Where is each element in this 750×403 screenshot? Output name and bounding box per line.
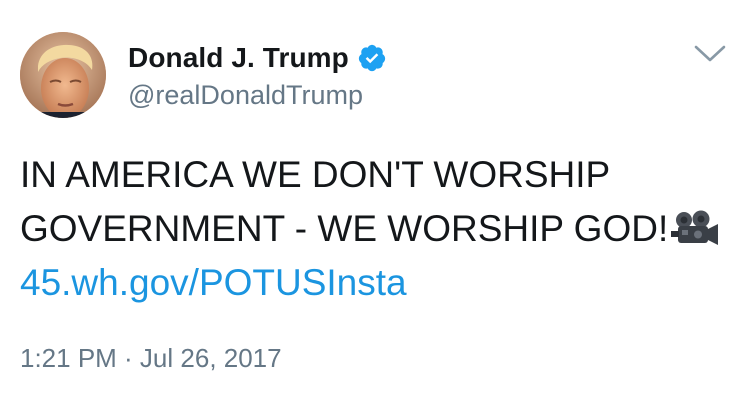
tweet-text-line2: GOVERNMENT - WE WORSHIP GOD! <box>20 208 669 249</box>
tweet-timestamp[interactable]: 1:21 PM · Jul 26, 2017 <box>20 343 282 374</box>
tweet-text: IN AMERICA WE DON'T WORSHIP GOVERNMENT -… <box>20 148 730 310</box>
chevron-down-icon[interactable] <box>692 40 728 66</box>
author-handle[interactable]: @realDonaldTrump <box>128 80 363 111</box>
avatar-image <box>20 32 106 118</box>
tweet-text-line: IN AMERICA WE DON'T WORSHIP <box>20 148 730 202</box>
author-display-name[interactable]: Donald J. Trump <box>128 42 349 74</box>
tweet-link[interactable]: 45.wh.gov/POTUSInsta <box>20 262 407 303</box>
tweet-text-line: GOVERNMENT - WE WORSHIP GOD! <box>20 202 730 256</box>
tweet-text-line1: IN AMERICA WE DON'T WORSHIP <box>20 154 611 195</box>
tweet-card: Donald J. Trump @realDonaldTrump IN AMER… <box>0 0 750 403</box>
movie-camera-icon <box>670 209 720 249</box>
tweet-text-line: 45.wh.gov/POTUSInsta <box>20 256 730 310</box>
verified-badge-icon <box>357 43 387 73</box>
author-name-row[interactable]: Donald J. Trump <box>128 40 387 76</box>
author-avatar[interactable] <box>20 32 106 118</box>
